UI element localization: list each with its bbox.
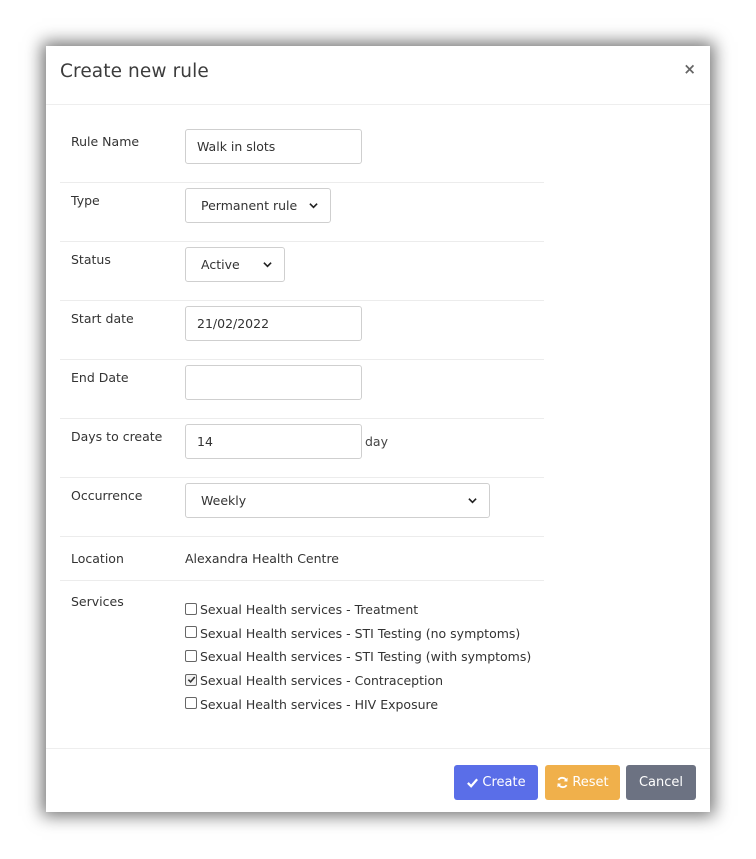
checkbox[interactable]: [185, 649, 197, 662]
rule-name-row: Rule Name: [60, 124, 544, 183]
chevron-down-icon: [309, 203, 318, 209]
checkbox[interactable]: [185, 697, 197, 710]
services-label: Services: [71, 594, 124, 609]
service-option-sti-with-symptoms[interactable]: Sexual Health services - STI Testing (wi…: [185, 645, 531, 669]
chevron-down-icon: [263, 262, 272, 268]
create-rule-modal: Create new rule × Rule Name Type Permane…: [46, 46, 710, 812]
service-label: Sexual Health services - STI Testing (wi…: [200, 649, 532, 665]
cancel-button[interactable]: Cancel: [626, 765, 696, 800]
check-icon: [467, 778, 479, 788]
end-date-input[interactable]: [185, 365, 362, 400]
service-label: Sexual Health services - Contraception: [200, 673, 444, 689]
service-option-contraception[interactable]: Sexual Health services - Contraception: [185, 669, 531, 693]
occurrence-row: Occurrence Weekly: [60, 478, 544, 537]
type-row: Type Permanent rule: [60, 183, 544, 242]
checkbox[interactable]: [185, 602, 197, 615]
service-label: Sexual Health services - Treatment: [200, 602, 419, 618]
create-button[interactable]: Create: [454, 765, 538, 800]
start-date-label: Start date: [71, 311, 134, 326]
chevron-down-icon: [468, 498, 477, 504]
type-label: Type: [71, 193, 100, 208]
close-button[interactable]: ×: [683, 60, 696, 78]
type-select[interactable]: Permanent rule: [185, 188, 331, 223]
type-select-value: Permanent rule: [201, 198, 298, 213]
rule-name-input[interactable]: [185, 129, 362, 164]
modal-footer: Create Reset Cancel: [46, 748, 710, 813]
location-value: Alexandra Health Centre: [185, 551, 339, 566]
service-option-treatment[interactable]: Sexual Health services - Treatment: [185, 598, 531, 622]
rule-form: Rule Name Type Permanent rule Status Act…: [60, 124, 544, 731]
create-label: Create: [482, 775, 526, 790]
modal-header: Create new rule ×: [46, 46, 710, 105]
service-label: Sexual Health services - STI Testing (no…: [200, 625, 521, 641]
start-date-row: Start date: [60, 301, 544, 360]
days-suffix: day: [365, 434, 388, 449]
check-icon: [187, 676, 195, 684]
days-to-create-label: Days to create: [71, 429, 163, 444]
cancel-label: Cancel: [638, 775, 684, 790]
occurrence-select[interactable]: Weekly: [185, 483, 490, 518]
days-to-create-input[interactable]: [185, 424, 362, 459]
service-option-sti-no-symptoms[interactable]: Sexual Health services - STI Testing (no…: [185, 622, 531, 646]
refresh-icon: [557, 776, 568, 789]
occurrence-label: Occurrence: [71, 488, 143, 503]
service-label: Sexual Health services - HIV Exposure: [200, 696, 439, 712]
checkbox[interactable]: [185, 626, 197, 639]
status-label: Status: [71, 252, 111, 267]
services-list: Sexual Health services - Treatment Sexua…: [185, 598, 531, 716]
start-date-input[interactable]: [185, 306, 362, 341]
status-select[interactable]: Active: [185, 247, 285, 282]
end-date-label: End Date: [71, 370, 129, 385]
rule-name-label: Rule Name: [71, 134, 140, 149]
services-row: Services Sexual Health services - Treatm…: [60, 581, 544, 731]
checkbox-checked[interactable]: [185, 673, 197, 686]
end-date-row: End Date: [60, 360, 544, 419]
location-row: Location Alexandra Health Centre: [60, 537, 544, 581]
status-row: Status Active: [60, 242, 544, 301]
occurrence-select-value: Weekly: [201, 493, 247, 508]
modal-title: Create new rule: [60, 61, 209, 82]
days-to-create-row: Days to create day: [60, 419, 544, 478]
reset-button[interactable]: Reset: [545, 765, 620, 800]
service-option-hiv-exposure[interactable]: Sexual Health services - HIV Exposure: [185, 692, 531, 716]
status-select-value: Active: [201, 257, 240, 272]
location-label: Location: [71, 551, 124, 566]
reset-label: Reset: [572, 775, 609, 790]
